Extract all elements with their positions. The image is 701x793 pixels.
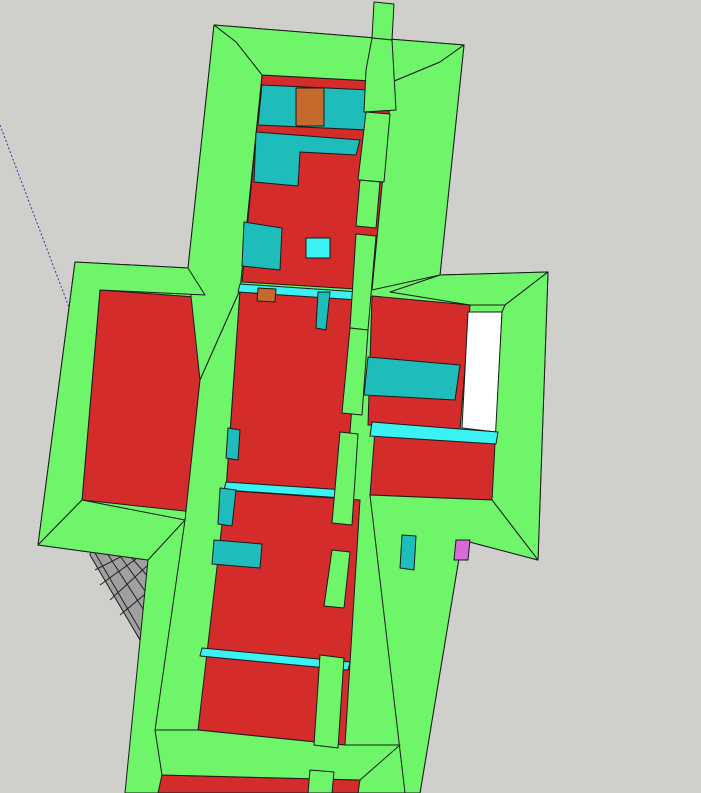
axis-line xyxy=(0,124,71,311)
3d-viewport[interactable] xyxy=(0,0,701,793)
interior-wall-right[interactable] xyxy=(363,356,461,401)
interior-wall-lower-left[interactable] xyxy=(211,539,263,569)
window-opening xyxy=(461,311,503,433)
column-stack-3[interactable] xyxy=(355,179,381,229)
column-top[interactable] xyxy=(305,237,331,259)
column-top-spire[interactable] xyxy=(371,1,395,41)
interior-wall-left-small[interactable] xyxy=(225,427,241,461)
wood-panel xyxy=(295,87,325,127)
interior-wall-right-edge[interactable] xyxy=(399,534,417,571)
wood-accent-small xyxy=(256,287,277,303)
right-detail-magenta xyxy=(453,539,471,561)
model-canvas[interactable] xyxy=(0,0,701,793)
interior-wall-mid-left[interactable] xyxy=(241,221,283,271)
column-bottom[interactable] xyxy=(307,769,335,793)
